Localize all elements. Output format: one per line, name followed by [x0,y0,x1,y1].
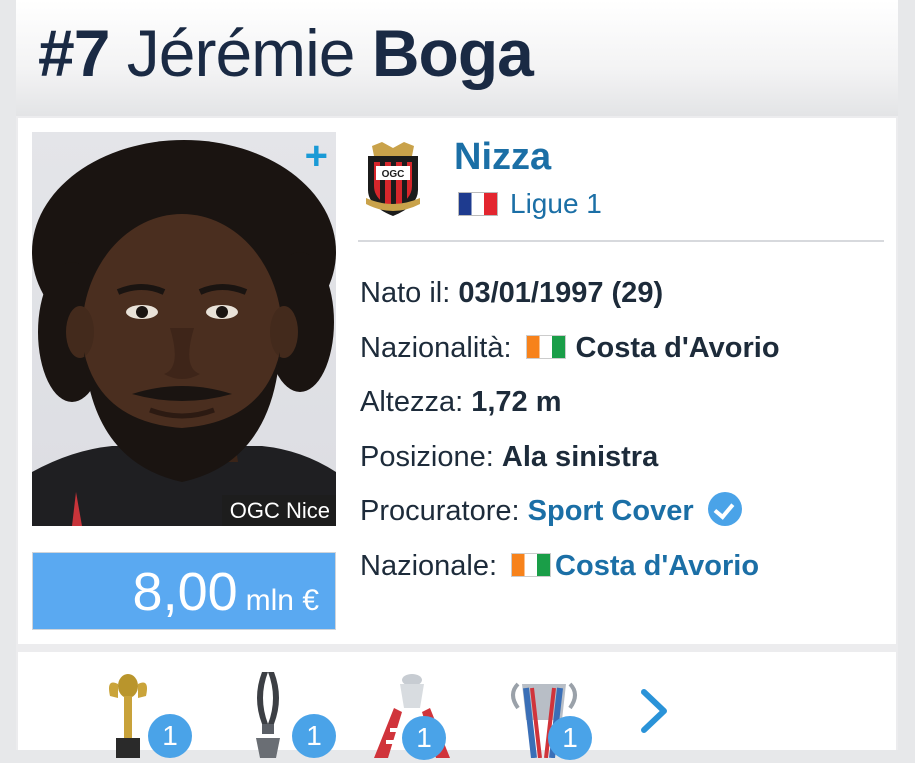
club-name-link[interactable]: Nizza [454,136,551,179]
fact-height: Altezza: 1,72 m [360,375,900,430]
fact-born-label: Nato il: [360,277,451,309]
player-portrait-image [32,140,336,526]
player-first-name: Jérémie [126,16,356,90]
agent-link[interactable]: Sport Cover [528,495,694,527]
shirt-number: #7 [38,16,110,90]
fact-national-team: Nazionale: Costa d'Avorio [360,539,900,594]
market-value-unit: mln € [245,584,319,617]
trophy-count-badge: 1 [402,716,446,760]
fact-height-value: 1,72 m [471,386,562,419]
fact-agent-label: Procuratore: [360,495,520,528]
fact-nationality-value: Costa d'Avorio [575,331,780,364]
player-header: #7 Jérémie Boga [16,0,898,116]
add-plus-icon[interactable]: + [305,136,328,176]
fact-position-value: Ala sinistra [501,440,659,473]
player-last-name: Boga [371,16,534,90]
fact-nationality-label: Nazionalità: [360,331,512,364]
player-photo[interactable]: + OGC Nice [32,132,336,526]
svg-text:OGC: OGC [382,169,405,180]
chevron-right-icon[interactable] [634,686,674,736]
photo-club-caption: OGC Nice [221,495,336,526]
ivory-coast-flag-icon [525,334,566,359]
market-value-amount: 8,00 [132,562,238,622]
fact-born: Nato il: 03/01/1997 (29) [360,266,900,321]
fact-position: Posizione: Ala sinistra [360,430,900,485]
ogc-nice-crest-icon[interactable]: OGC [362,140,424,220]
ivory-coast-flag-icon [511,552,552,577]
club-section: OGC Nizza Ligue 1 [358,128,884,242]
league-cup-trophy-icon[interactable]: 1 [504,668,594,760]
fact-position-label: Posizione: [360,440,494,473]
fact-national-team-label: Nazionale: [360,549,498,582]
trophy-count-badge: 1 [148,714,192,758]
player-title: #7 Jérémie Boga [38,8,534,98]
league-name: Ligue 1 [510,188,602,219]
fact-born-value: 03/01/1997 (29) [458,277,664,309]
silver-cup-trophy-icon[interactable]: 1 [242,668,336,758]
fa-cup-trophy-icon[interactable]: 1 [364,668,454,760]
player-facts-list: Nato il: 03/01/1997 (29) Nazionalità: Cos… [360,266,900,594]
fact-height-label: Altezza: [360,386,464,419]
market-value-box[interactable]: 8,00 mln € [32,552,336,630]
player-info-card: + OGC Nice 8,00mln € OGC Nizza Ligue 1 [18,118,896,644]
fact-nationality: Nazionalità: Costa d'Avorio [360,321,900,376]
fact-agent: Procuratore: Sport Cover [360,484,900,539]
player-page: #7 Jérémie Boga + OGC Nice 8,00 mln € OG… [16,0,898,760]
verified-check-icon [707,492,742,527]
trophy-count-badge: 1 [292,714,336,758]
trophy-count-badge: 1 [548,716,592,760]
france-flag-icon [458,192,498,216]
africa-cup-trophy-icon[interactable]: 1 [102,668,192,758]
league-link[interactable]: Ligue 1 [458,188,602,220]
trophies-strip: 1 1 1 1 [18,652,896,760]
national-team-link[interactable]: Costa d'Avorio [555,550,759,582]
